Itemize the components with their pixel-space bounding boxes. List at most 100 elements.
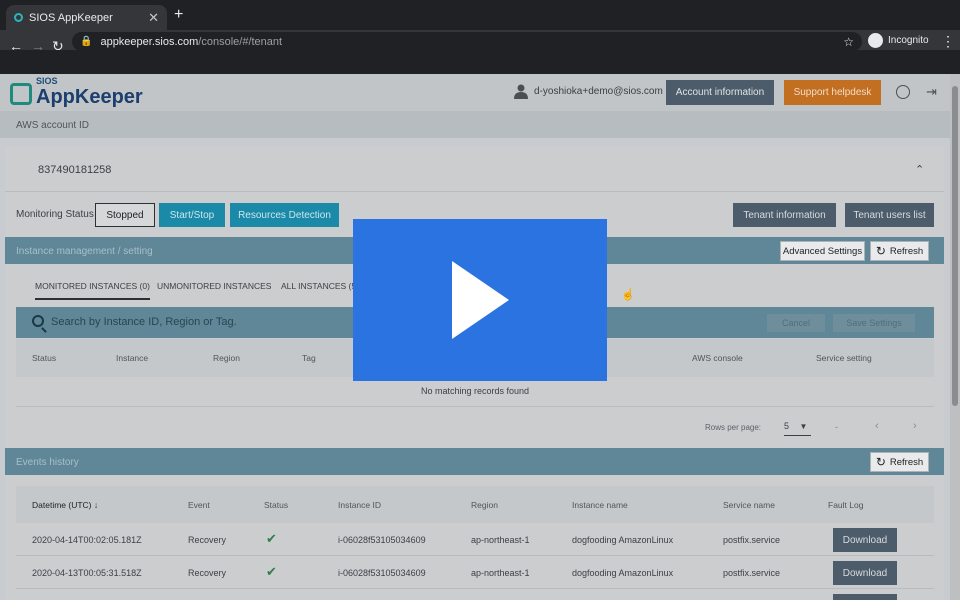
tenant-information-button[interactable]: Tenant information: [733, 203, 836, 227]
aws-account-header: AWS account ID: [0, 111, 950, 138]
tab-unmonitored-instances[interactable]: UNMONITORED INSTANCES: [157, 281, 271, 291]
browser-menu-icon[interactable]: ⋮: [941, 33, 955, 50]
user-info: d-yoshioka+demo@sios.com: [514, 84, 663, 99]
advanced-settings-button[interactable]: Advanced Settings: [780, 241, 865, 261]
search-icon: [32, 315, 44, 327]
mouse-pointer-icon: ☝: [621, 289, 635, 301]
browser-tabbar: SIOS AppKeeper ✕ +: [0, 0, 960, 30]
event-region: ap-northeast-1: [471, 568, 530, 578]
cancel-button[interactable]: Cancel: [767, 314, 825, 332]
col-instance-name: Instance name: [572, 500, 628, 510]
col-datetime[interactable]: Datetime (UTC) ↓: [32, 500, 98, 510]
events-refresh-button[interactable]: ↻ Refresh: [870, 452, 929, 472]
success-check-icon: ✔: [266, 564, 277, 579]
user-email: d-yoshioka+demo@sios.com: [534, 86, 663, 97]
tab-all-instances[interactable]: ALL INSTANCES (5): [281, 281, 359, 291]
sort-down-arrow-icon: ↓: [93, 500, 99, 510]
browser-divider: [0, 50, 960, 74]
logo-mark-icon: [10, 82, 32, 105]
appkeeper-logo[interactable]: SIOS AppKeeper: [10, 76, 143, 109]
refresh-icon: ↻: [875, 244, 886, 258]
col-instance-id: Instance ID: [338, 500, 381, 510]
table-row: 2020-04-14T00:02:05.181Z Recovery ✔ i-06…: [16, 523, 934, 556]
resources-detection-button[interactable]: Resources Detection: [230, 203, 339, 227]
next-page-icon[interactable]: ›: [913, 420, 917, 432]
scrollbar-thumb[interactable]: [952, 86, 958, 406]
event-region: ap-northeast-1: [471, 535, 530, 545]
logout-icon[interactable]: ⇥: [926, 84, 937, 100]
bookmark-star-icon[interactable]: ☆: [843, 35, 854, 49]
url-path: /console/#/tenant: [198, 35, 283, 48]
col-instance: Instance: [116, 353, 149, 363]
rows-per-page-label: Rows per page:: [705, 423, 762, 432]
aws-account-label: AWS account ID: [16, 120, 89, 131]
advanced-settings-label: Advanced Settings: [782, 245, 863, 257]
events-section-title: Events history: [16, 457, 79, 468]
tab-monitored-instances[interactable]: MONITORED INSTANCES (0): [35, 281, 150, 300]
incognito-icon: [868, 33, 883, 48]
search-input[interactable]: Search by Instance ID, Region or Tag.: [51, 316, 237, 328]
lock-icon: 🔒: [80, 36, 93, 47]
refresh-icon: ↻: [875, 455, 886, 469]
col-status: Status: [32, 353, 57, 363]
browser-tab[interactable]: SIOS AppKeeper ✕: [6, 5, 167, 30]
app-header: SIOS AppKeeper d-yoshioka+demo@sios.com …: [0, 74, 950, 111]
tenant-users-list-button[interactable]: Tenant users list: [845, 203, 934, 227]
divider: [5, 191, 944, 192]
address-bar[interactable]: 🔒 appkeeper.sios.com /console/#/tenant ☆: [72, 32, 862, 51]
table-row: [16, 589, 934, 600]
events-refresh-label: Refresh: [889, 456, 924, 468]
success-check-icon: ✔: [266, 531, 277, 546]
previous-page-icon[interactable]: ‹: [875, 420, 879, 432]
col-fault-log: Fault Log: [828, 500, 864, 510]
video-play-button[interactable]: [353, 219, 607, 381]
download-button[interactable]: Download: [833, 528, 897, 552]
appkeeper-favicon-icon: [14, 13, 23, 22]
save-settings-button[interactable]: Save Settings: [833, 314, 915, 332]
col-region: Region: [213, 353, 240, 363]
start-stop-button[interactable]: Start/Stop: [159, 203, 225, 227]
incognito-indicator[interactable]: Incognito: [868, 33, 929, 48]
logo-brand-text: AppKeeper: [36, 86, 143, 108]
aws-account-id: 837490181258: [38, 164, 112, 176]
instance-refresh-label: Refresh: [889, 245, 924, 257]
event-type: Recovery: [188, 568, 227, 578]
download-button[interactable]: Download: [833, 561, 897, 585]
monitoring-status-badge[interactable]: Stopped: [95, 203, 155, 227]
col-event: Event: [188, 500, 210, 510]
col-service-name: Service name: [723, 500, 775, 510]
events-table-header: Datetime (UTC) ↓ Event Status Instance I…: [16, 486, 934, 523]
tab-title: SIOS AppKeeper: [29, 11, 113, 24]
url-domain: appkeeper.sios.com: [100, 35, 199, 48]
pagination-range: -: [835, 422, 838, 432]
event-service-name: postfix.service: [723, 535, 781, 545]
rows-per-page-select[interactable]: 5 ▼: [784, 421, 811, 436]
event-datetime: 2020-04-13T00:05:31.518Z: [32, 568, 142, 578]
col-status: Status: [264, 500, 289, 510]
play-icon: [452, 261, 509, 339]
event-service-name: postfix.service: [723, 568, 781, 578]
account-information-button[interactable]: Account information: [666, 80, 774, 105]
col-datetime-label: Datetime (UTC): [32, 500, 92, 510]
instance-section-title: Instance management / setting: [16, 246, 153, 257]
col-aws-console: AWS console: [692, 353, 743, 363]
event-instance-name: dogfooding AmazonLinux: [572, 535, 674, 545]
event-datetime: 2020-04-14T00:02:05.181Z: [32, 535, 142, 545]
download-button[interactable]: [833, 594, 897, 600]
collapse-chevron-up-icon[interactable]: ⌃: [915, 163, 924, 176]
dropdown-caret-icon: ▼: [799, 422, 808, 431]
event-instance-id: i-06028f53105034609: [338, 535, 426, 545]
event-type: Recovery: [188, 535, 227, 545]
monitoring-status-label: Monitoring Status: [16, 209, 94, 220]
logo-sios-text: SIOS: [36, 76, 58, 86]
empty-table-message: No matching records found: [16, 377, 934, 407]
col-tag: Tag: [302, 353, 316, 363]
support-helpdesk-button[interactable]: Support helpdesk: [784, 80, 881, 105]
page-scrollbar[interactable]: [950, 74, 960, 600]
events-section-header: Events history: [5, 448, 944, 475]
incognito-label: Incognito: [888, 35, 929, 46]
new-tab-button[interactable]: +: [174, 6, 183, 24]
globe-language-icon[interactable]: [896, 85, 910, 99]
tab-close-icon[interactable]: ✕: [148, 10, 159, 26]
instance-refresh-button[interactable]: ↻ Refresh: [870, 241, 929, 261]
